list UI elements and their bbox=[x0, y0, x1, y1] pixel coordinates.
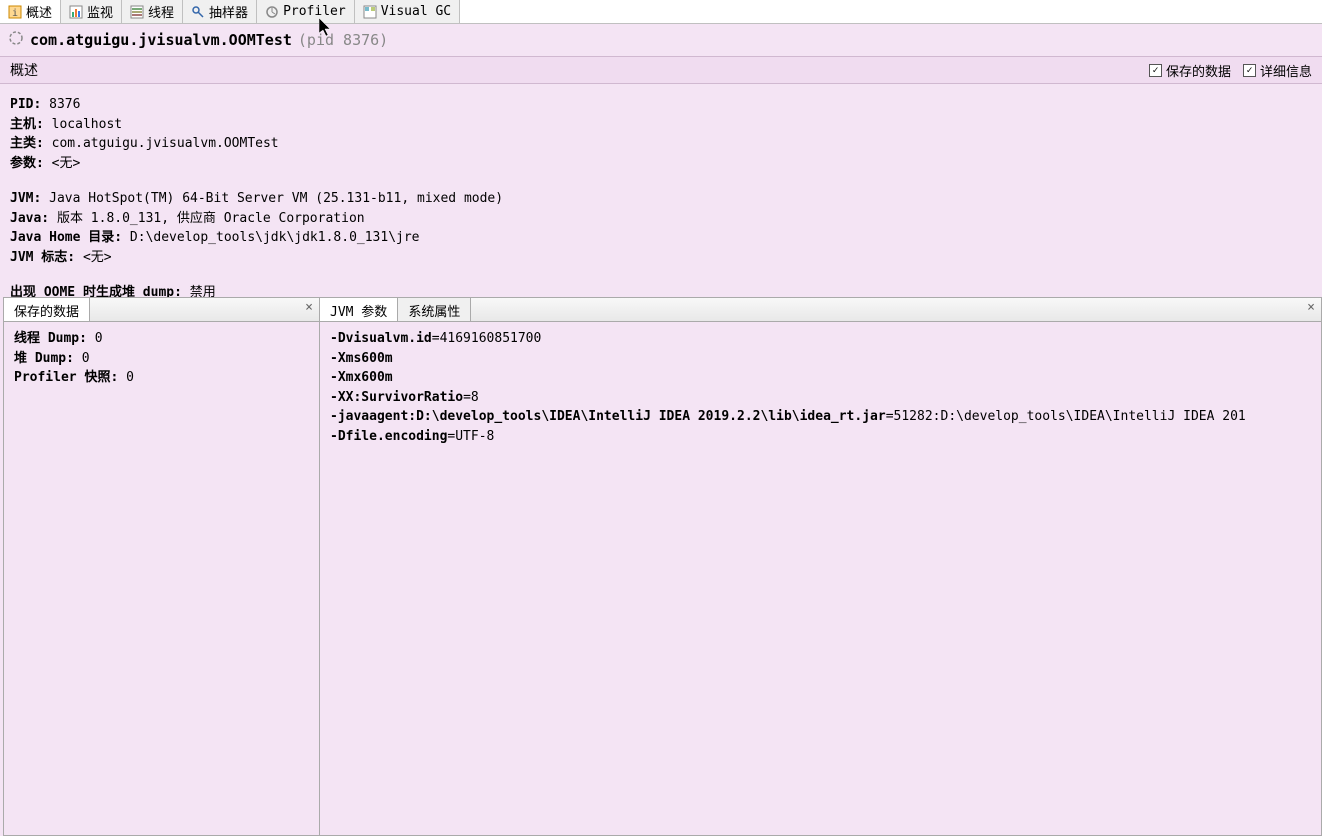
jvm-args-panel: JVM 参数 系统属性 × -Dvisualvm.id=416916085170… bbox=[320, 297, 1322, 836]
java-home-value: D:\develop_tools\jdk\jdk1.8.0_131\jre bbox=[122, 230, 419, 245]
threads-icon bbox=[130, 5, 144, 19]
checkmark-icon: ✓ bbox=[1149, 64, 1162, 77]
tab-threads-label: 线程 bbox=[148, 2, 174, 21]
jvm-flags-value: <无> bbox=[75, 250, 111, 265]
tab-overview[interactable]: i 概述 bbox=[0, 0, 61, 23]
app-icon bbox=[8, 30, 24, 50]
jvm-arg-line: -javaagent:D:\develop_tools\IDEA\Intelli… bbox=[330, 408, 1311, 426]
pid-label: PID: bbox=[10, 97, 41, 112]
profiler-snapshot-value: 0 bbox=[118, 370, 134, 385]
jvm-arg-line: -Xms600m bbox=[330, 350, 1311, 368]
thread-dump-value: 0 bbox=[87, 331, 103, 346]
app-title: com.atguigu.jvisualvm.OOMTest bbox=[30, 31, 292, 49]
java-home-label: Java Home 目录: bbox=[10, 230, 122, 245]
saved-data-tab[interactable]: 保存的数据 bbox=[4, 298, 90, 321]
svg-text:i: i bbox=[12, 8, 18, 19]
checkbox-saved-label: 保存的数据 bbox=[1166, 61, 1231, 80]
system-props-tab[interactable]: 系统属性 bbox=[398, 298, 471, 321]
host-label: 主机: bbox=[10, 117, 44, 132]
args-value: <无> bbox=[44, 156, 80, 171]
title-bar: com.atguigu.jvisualvm.OOMTest (pid 8376) bbox=[0, 24, 1322, 57]
jvm-flags-label: JVM 标志: bbox=[10, 250, 75, 265]
java-value: 版本 1.8.0_131, 供应商 Oracle Corporation bbox=[49, 211, 364, 226]
heap-dump-label: 堆 Dump: bbox=[14, 351, 74, 366]
close-icon[interactable]: × bbox=[299, 298, 319, 321]
tab-profiler-label: Profiler bbox=[283, 4, 346, 19]
jvm-arg-line: -Xmx600m bbox=[330, 369, 1311, 387]
checkbox-details[interactable]: ✓ 详细信息 bbox=[1243, 61, 1312, 80]
jvm-args-tab[interactable]: JVM 参数 bbox=[320, 298, 398, 321]
heap-dump-value: 0 bbox=[74, 351, 90, 366]
checkbox-saved-data[interactable]: ✓ 保存的数据 bbox=[1149, 61, 1231, 80]
subtitle-text: 概述 bbox=[10, 60, 38, 80]
tab-overview-label: 概述 bbox=[26, 2, 52, 21]
saved-data-panel: 保存的数据 × 线程 Dump: 0 堆 Dump: 0 Profiler 快照… bbox=[3, 297, 320, 836]
close-icon[interactable]: × bbox=[1301, 298, 1321, 321]
jvm-args-content: -Dvisualvm.id=4169160851700 -Xms600m-Xmx6… bbox=[320, 322, 1321, 455]
main-class-value: com.atguigu.jvisualvm.OOMTest bbox=[44, 136, 279, 151]
saved-data-header: 保存的数据 × bbox=[4, 298, 319, 322]
bottom-panels: 保存的数据 × 线程 Dump: 0 堆 Dump: 0 Profiler 快照… bbox=[3, 297, 1322, 836]
tab-sampler-label: 抽样器 bbox=[209, 2, 248, 21]
jvm-arg-line: -Dvisualvm.id=4169160851700 bbox=[330, 330, 1311, 348]
thread-dump-label: 线程 Dump: bbox=[14, 331, 87, 346]
top-tabs: i 概述 监视 线程 抽样器 Profiler Visual GC bbox=[0, 0, 1322, 24]
overview-content: PID: 8376 主机: localhost 主类: com.atguigu.… bbox=[0, 84, 1322, 316]
pid-value: 8376 bbox=[41, 97, 80, 112]
jvm-arg-line: -XX:SurvivorRatio=8 bbox=[330, 389, 1311, 407]
jvm-args-header: JVM 参数 系统属性 × bbox=[320, 298, 1321, 322]
main-class-label: 主类: bbox=[10, 136, 44, 151]
tab-monitor[interactable]: 监视 bbox=[61, 0, 122, 23]
profiler-icon bbox=[265, 5, 279, 19]
java-label: Java: bbox=[10, 211, 49, 226]
jvm-label: JVM: bbox=[10, 191, 41, 206]
tab-visualgc[interactable]: Visual GC bbox=[355, 0, 460, 23]
tab-profiler[interactable]: Profiler bbox=[257, 0, 355, 23]
sampler-icon bbox=[191, 5, 205, 19]
args-label: 参数: bbox=[10, 156, 44, 171]
host-value: localhost bbox=[44, 117, 122, 132]
jvm-value: Java HotSpot(TM) 64-Bit Server VM (25.13… bbox=[41, 191, 503, 206]
app-pid: (pid 8376) bbox=[298, 31, 388, 49]
checkbox-details-label: 详细信息 bbox=[1260, 61, 1312, 80]
chart-icon bbox=[69, 5, 83, 19]
visualgc-icon bbox=[363, 5, 377, 19]
checkbox-group: ✓ 保存的数据 ✓ 详细信息 bbox=[1149, 61, 1312, 80]
tab-monitor-label: 监视 bbox=[87, 2, 113, 21]
subtitle-bar: 概述 ✓ 保存的数据 ✓ 详细信息 bbox=[0, 57, 1322, 84]
tab-threads[interactable]: 线程 bbox=[122, 0, 183, 23]
profiler-snapshot-label: Profiler 快照: bbox=[14, 370, 118, 385]
tab-visualgc-label: Visual GC bbox=[381, 4, 451, 19]
info-icon: i bbox=[8, 5, 22, 19]
checkmark-icon: ✓ bbox=[1243, 64, 1256, 77]
saved-data-content: 线程 Dump: 0 堆 Dump: 0 Profiler 快照: 0 bbox=[4, 322, 319, 397]
tab-sampler[interactable]: 抽样器 bbox=[183, 0, 257, 23]
jvm-arg-line: -Dfile.encoding=UTF-8 bbox=[330, 428, 1311, 446]
